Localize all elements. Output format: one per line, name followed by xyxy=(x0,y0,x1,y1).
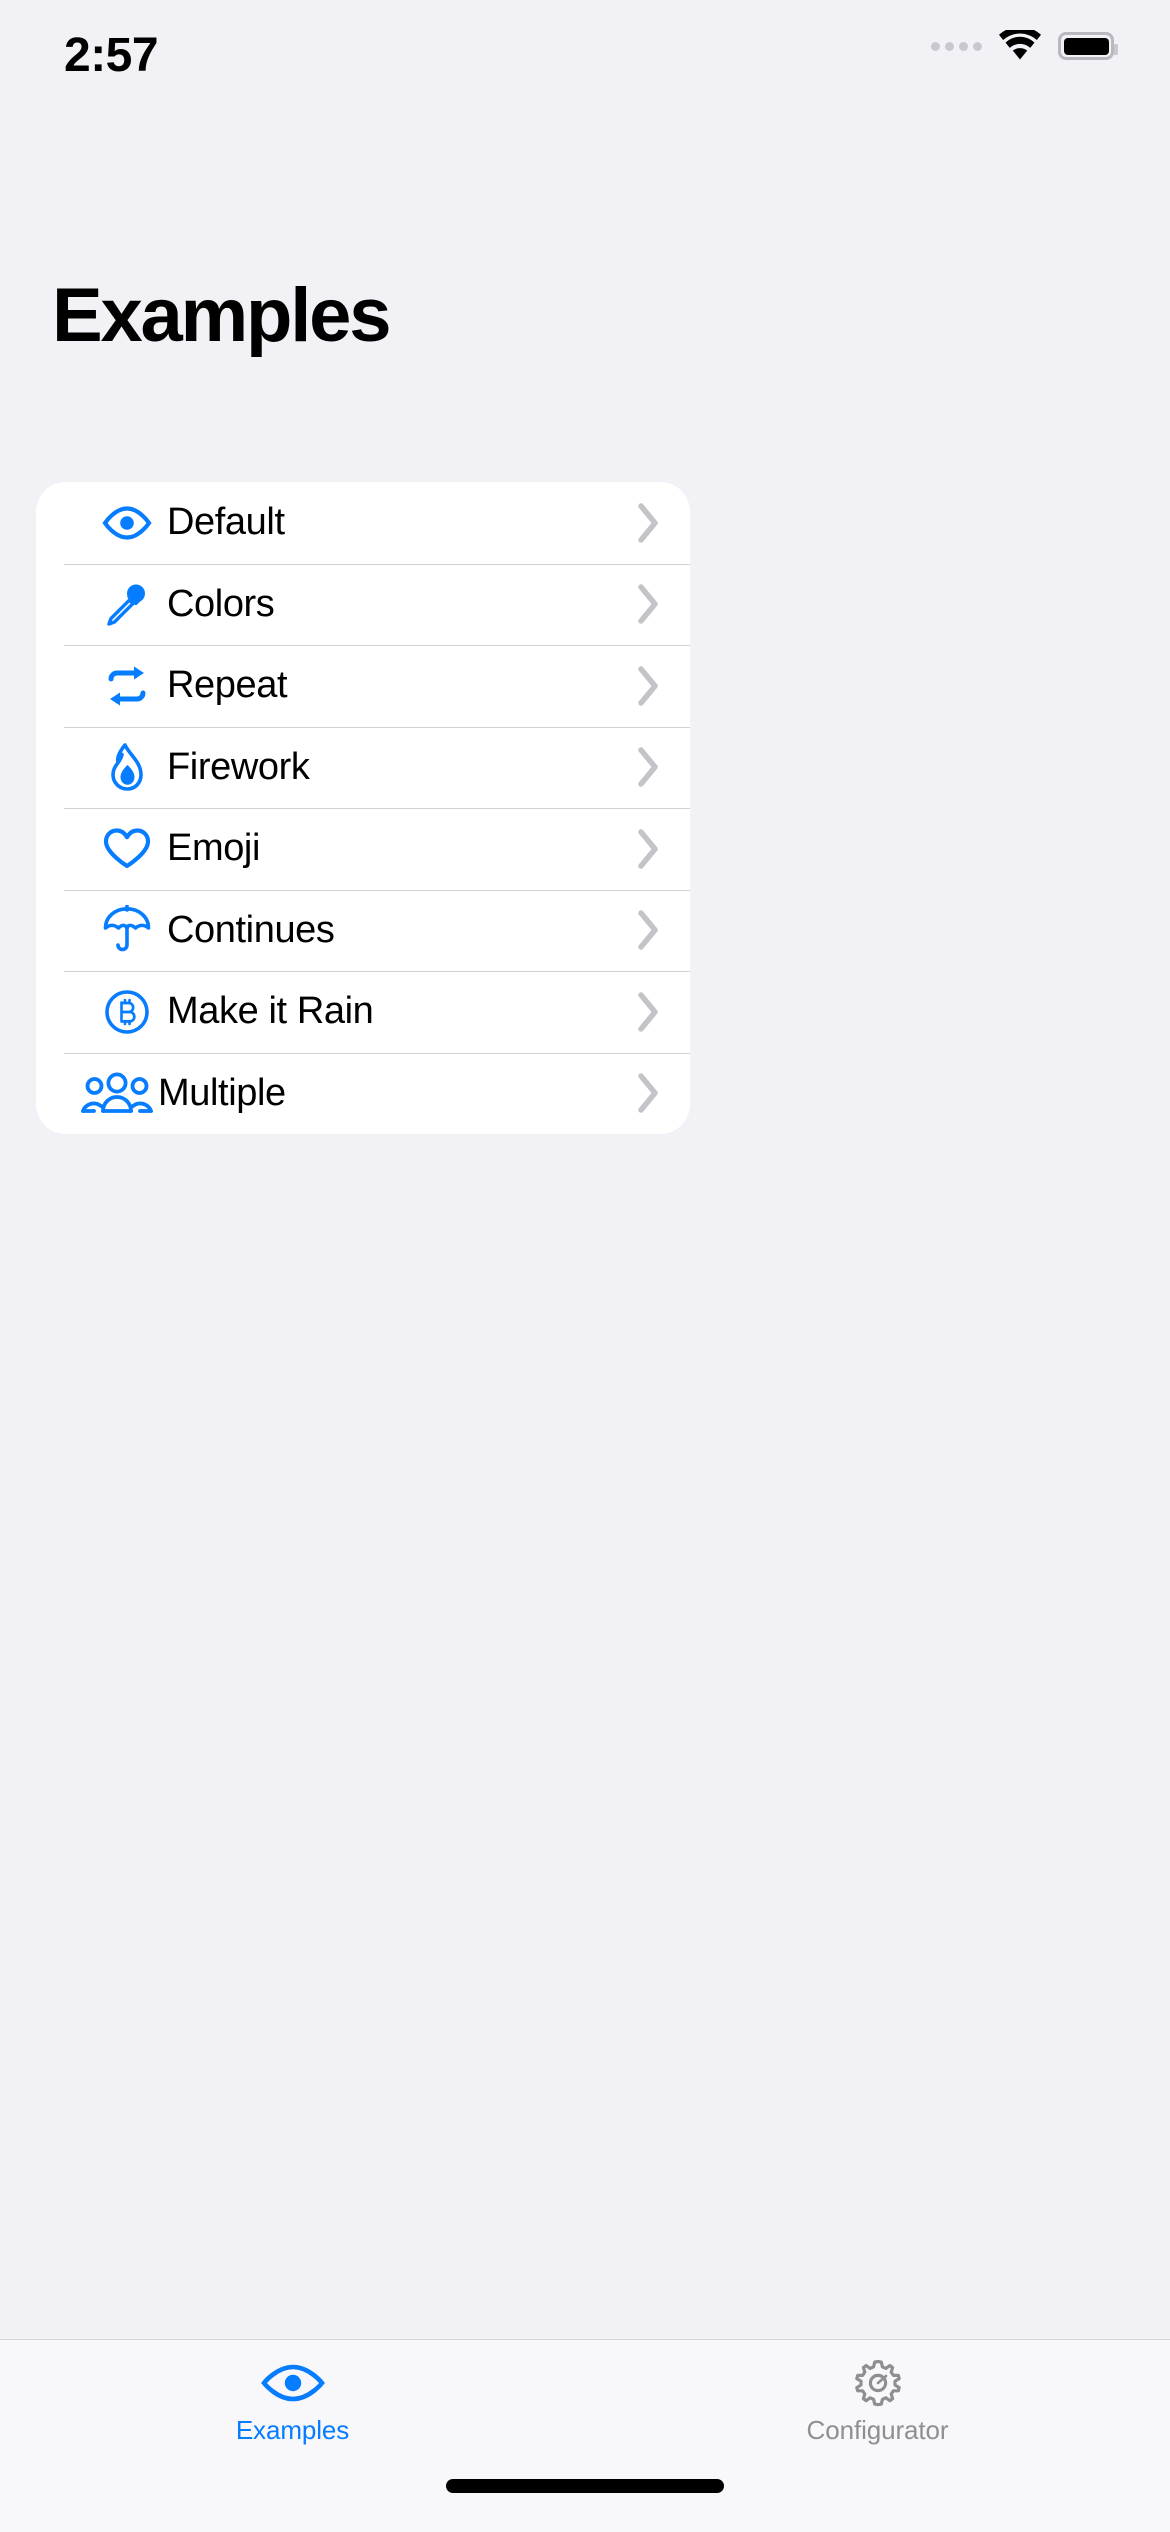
list-item-default[interactable]: Default xyxy=(36,482,690,564)
tab-label: Configurator xyxy=(806,2415,949,2445)
status-bar-indicators xyxy=(931,30,1118,62)
scroll-content: Default Colors Repeat Firework Emoji Con… xyxy=(0,354,1170,2339)
status-bar-clock: 2:57 xyxy=(64,29,159,82)
list-item-label: Firework xyxy=(167,745,310,788)
list-item-firework[interactable]: Firework xyxy=(36,726,690,808)
tab-bar: Examples Configurator xyxy=(0,2339,1170,2474)
chevron-right-icon xyxy=(638,1073,658,1113)
list-item-label: Emoji xyxy=(167,827,261,870)
tab-label: Examples xyxy=(235,2415,350,2445)
repeat-icon xyxy=(100,662,154,710)
battery-full-icon xyxy=(1058,32,1118,60)
chevron-right-icon xyxy=(638,910,658,950)
bitcoin-circle-icon xyxy=(100,988,154,1036)
eye-icon xyxy=(260,2358,326,2408)
app-screen: 2:57 Examples Default Colors Repeat Fire… xyxy=(0,0,1170,2532)
examples-list-card: Default Colors Repeat Firework Emoji Con… xyxy=(36,482,690,1134)
list-item-make-it-rain[interactable]: Make it Rain xyxy=(36,971,690,1053)
chevron-right-icon xyxy=(638,584,658,624)
person-3-group-icon xyxy=(80,1069,154,1117)
list-item-label: Multiple xyxy=(158,1071,286,1114)
tab-examples[interactable]: Examples xyxy=(0,2340,585,2474)
list-item-colors[interactable]: Colors xyxy=(36,563,690,645)
eye-icon xyxy=(100,499,154,547)
list-item-label: Colors xyxy=(167,582,275,625)
chevron-right-icon xyxy=(638,829,658,869)
list-item-continues[interactable]: Continues xyxy=(36,889,690,971)
umbrella-icon xyxy=(100,905,154,954)
flame-icon xyxy=(100,743,154,792)
page-title: Examples xyxy=(52,273,391,358)
list-item-emoji[interactable]: Emoji xyxy=(36,808,690,890)
home-indicator-bar[interactable] xyxy=(446,2479,724,2493)
gear-icon xyxy=(852,2358,904,2408)
list-item-label: Continues xyxy=(167,908,335,951)
tab-configurator[interactable]: Configurator xyxy=(585,2340,1170,2474)
wifi-icon xyxy=(999,30,1041,60)
list-item-multiple[interactable]: Multiple xyxy=(36,1052,690,1134)
chevron-right-icon xyxy=(638,666,658,706)
cellular-dots-icon xyxy=(931,41,982,51)
chevron-right-icon xyxy=(638,747,658,787)
home-indicator-area xyxy=(0,2474,1170,2532)
chevron-right-icon xyxy=(638,503,658,543)
list-item-label: Make it Rain xyxy=(167,990,374,1033)
list-item-label: Repeat xyxy=(167,664,288,707)
list-item-label: Default xyxy=(167,501,285,544)
list-item-repeat[interactable]: Repeat xyxy=(36,645,690,727)
chevron-right-icon xyxy=(638,992,658,1032)
heart-icon xyxy=(100,825,154,873)
status-bar: 2:57 xyxy=(0,0,1170,128)
eyedropper-icon xyxy=(100,580,154,628)
